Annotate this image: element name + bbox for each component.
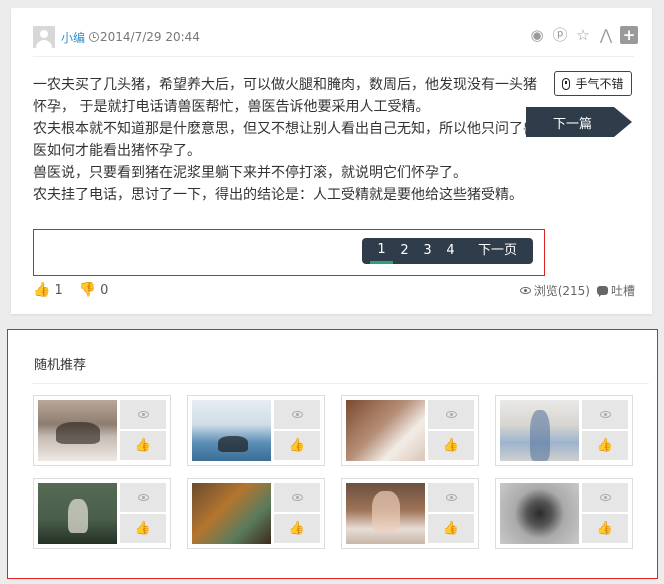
recommend-item: 👍 <box>495 395 633 466</box>
next-article-button[interactable]: 下一篇 <box>526 107 632 137</box>
like-count: 1 <box>54 282 63 298</box>
like-button[interactable]: 👍 <box>582 431 628 460</box>
page-1-link[interactable]: 1 <box>369 238 393 264</box>
thumbs-up-icon: 👍 <box>596 521 614 536</box>
view-button[interactable] <box>120 483 166 512</box>
vote-row: 👍 1 👎 0 <box>33 282 108 298</box>
comment-link[interactable]: 吐槽 <box>611 282 635 299</box>
page-2-link[interactable]: 2 <box>393 238 416 264</box>
recommend-item: 👍 <box>187 478 325 549</box>
thumbs-up-icon: 👍 <box>596 438 614 453</box>
divider <box>32 383 649 384</box>
divider <box>33 56 634 57</box>
next-page-link[interactable]: 下一页 <box>470 238 525 264</box>
paragraph: 一农夫买了几头猪，希望养大后，可以做火腿和腌肉，数周后，他发现没有一头猪怀孕， … <box>33 77 537 115</box>
plus-icon[interactable]: + <box>620 26 638 44</box>
view-button[interactable] <box>428 483 474 512</box>
comment-icon[interactable] <box>596 286 608 297</box>
view-count: 浏览(215) <box>533 284 590 298</box>
mouse-icon <box>562 77 571 90</box>
luck-button[interactable]: 手气不错 <box>554 71 632 96</box>
recommend-item: 👍 <box>33 395 171 466</box>
girl-photo[interactable] <box>346 483 425 544</box>
breakdance-photo[interactable] <box>38 400 117 461</box>
mosquito-coil-photo[interactable] <box>500 483 579 544</box>
thumbs-up-icon: 👍 <box>134 438 152 453</box>
thumbs-up-icon: 👍 <box>442 438 460 453</box>
section-title: 随机推荐 <box>34 358 87 373</box>
recommend-item: 👍 <box>33 478 171 549</box>
view-button[interactable] <box>582 400 628 429</box>
thumbs-up-icon[interactable]: 👍 <box>33 282 50 298</box>
recommend-item: 👍 <box>495 478 633 549</box>
woman-jeans-photo[interactable] <box>500 400 579 461</box>
recommend-item: 👍 <box>341 395 479 466</box>
page-4-link[interactable]: 4 <box>439 238 462 264</box>
view-button[interactable] <box>120 400 166 429</box>
view-button[interactable] <box>428 400 474 429</box>
luck-button-label: 手气不错 <box>575 77 624 91</box>
post-card: 小编 2014/7/29 20:44 ◉ ⓟ ☆ ⋀ + 一农夫买了几头猪，希望… <box>11 8 652 314</box>
pagination: 1 2 3 4 下一页 <box>361 238 533 264</box>
eye-icon <box>291 411 303 418</box>
weibo-icon[interactable]: ◉ <box>528 26 546 44</box>
view-button[interactable] <box>274 400 320 429</box>
eye-icon <box>445 411 457 418</box>
eye-icon <box>599 411 611 418</box>
like-button[interactable]: 👍 <box>274 514 320 543</box>
dislike-count: 0 <box>100 282 109 298</box>
random-recommend-section: 随机推荐 👍 👍 👍 👍 👍 👍 👍 👍 <box>7 329 658 579</box>
recommend-item: 👍 <box>187 395 325 466</box>
eye-icon <box>519 287 531 294</box>
recommend-grid: 👍 👍 👍 👍 👍 👍 👍 👍 <box>33 395 633 549</box>
pagination-highlight: 1 2 3 4 下一页 <box>33 229 545 276</box>
like-button[interactable]: 👍 <box>274 431 320 460</box>
eye-icon <box>291 494 303 501</box>
view-button[interactable] <box>274 483 320 512</box>
avatar[interactable] <box>33 26 55 48</box>
eye-icon <box>599 494 611 501</box>
like-button[interactable]: 👍 <box>120 514 166 543</box>
renren-icon[interactable]: ⋀ <box>597 26 615 44</box>
paragraph: 农夫挂了电话，思讨了一下，得出的结论是：人工受精就是要他给这些猪受精。 <box>33 187 523 203</box>
star-icon[interactable]: ☆ <box>574 26 592 44</box>
author-link[interactable]: 小编 <box>61 29 85 46</box>
eye-icon <box>445 494 457 501</box>
post-date: 2014/7/29 20:44 <box>100 30 200 44</box>
thumbs-down-icon[interactable]: 👎 <box>79 282 96 298</box>
thumbs-up-icon: 👍 <box>442 521 460 536</box>
share-bar: ◉ ⓟ ☆ ⋀ + <box>528 26 638 44</box>
like-button[interactable]: 👍 <box>428 514 474 543</box>
next-article-label: 下一篇 <box>553 116 593 132</box>
thumbs-up-icon: 👍 <box>134 521 152 536</box>
view-button[interactable] <box>582 483 628 512</box>
like-button[interactable]: 👍 <box>120 431 166 460</box>
eye-icon <box>137 494 149 501</box>
clock-icon <box>89 32 100 42</box>
eye-icon <box>137 411 149 418</box>
guitar-photo[interactable] <box>38 483 117 544</box>
post-content: 一农夫买了几头猪，希望养大后，可以做火腿和腌肉，数周后，他发现没有一头猪怀孕， … <box>33 74 539 206</box>
pinterest-icon[interactable]: ⓟ <box>551 26 569 44</box>
paragraph: 农夫根本就不知道那是什麽意思，但又不想让别人看出自己无知，所以他只问了兽医如何才… <box>33 121 537 159</box>
like-button[interactable]: 👍 <box>428 431 474 460</box>
thumbs-up-icon: 👍 <box>288 521 306 536</box>
hands-photo[interactable] <box>192 483 271 544</box>
bread-photo[interactable] <box>346 400 425 461</box>
page-3-link[interactable]: 3 <box>416 238 439 264</box>
paragraph: 兽医说，只要看到猪在泥浆里躺下来并不停打滚，就说明它们怀孕了。 <box>33 165 467 181</box>
like-button[interactable]: 👍 <box>582 514 628 543</box>
recommend-item: 👍 <box>341 478 479 549</box>
post-meta: 小编 2014/7/29 20:44 <box>33 26 200 48</box>
post-stats: 浏览(215) 吐槽 <box>519 282 635 299</box>
thumbs-up-icon: 👍 <box>288 438 306 453</box>
screenshot-photo[interactable] <box>192 400 271 461</box>
